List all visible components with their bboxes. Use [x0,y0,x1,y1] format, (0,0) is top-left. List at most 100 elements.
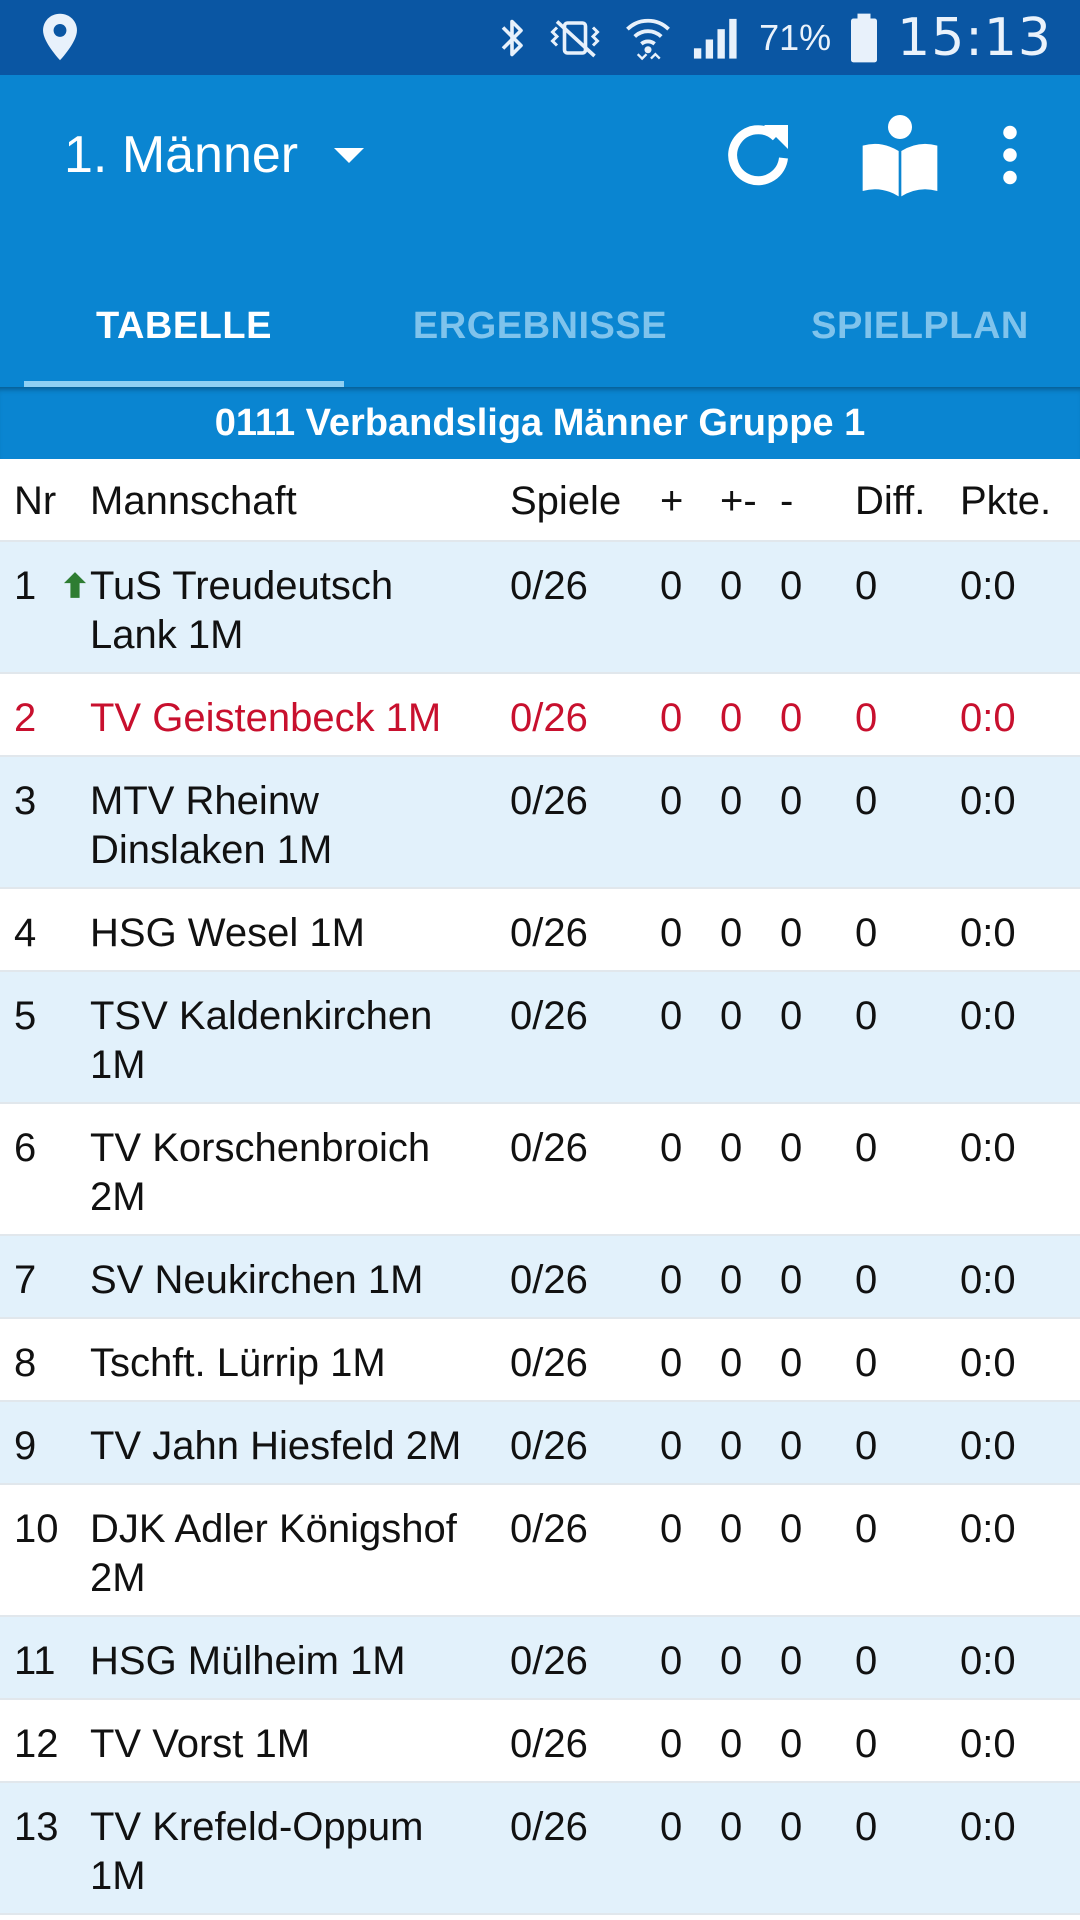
row-rank: 6 [14,1126,37,1170]
row-rank: 2 [14,696,37,740]
row-points: 0:0 [960,696,1016,740]
row-lost: 0 [780,1507,803,1551]
row-draw: 0 [720,1341,743,1385]
row-games: 0/26 [510,779,588,823]
status-bar: 71% 15:13 [0,0,1080,75]
table-row[interactable]: 12 TV Vorst 1M 0/26 0 0 0 0 0:0 [0,1700,1080,1783]
row-points: 0:0 [960,1805,1016,1849]
table-row[interactable]: 9 TV Jahn Hiesfeld 2M 0/26 0 0 0 0 0:0 [0,1402,1080,1485]
row-won: 0 [660,1258,683,1302]
table-row[interactable]: 1 TuS Treudeutsch Lank 1M 0/26 0 0 0 0 0… [0,542,1080,674]
refresh-button[interactable] [718,115,798,195]
row-games: 0/26 [510,1722,588,1766]
row-draw: 0 [720,696,743,740]
row-diff: 0 [855,779,878,823]
row-draw: 0 [720,1424,743,1468]
row-diff: 0 [855,1258,878,1302]
row-games: 0/26 [510,696,588,740]
row-diff: 0 [855,1805,878,1849]
app-title: 1. Männer [64,126,299,184]
bluetooth-icon [501,19,523,56]
tab-tabelle[interactable]: TABELLE [24,265,344,387]
table-row[interactable]: 10 DJK Adler Königshof 2M 0/26 0 0 0 0 0… [0,1485,1080,1617]
row-points: 0:0 [960,1507,1016,1551]
table-row[interactable]: 5 TSV Kaldenkirchen 1M 0/26 0 0 0 0 0:0 [0,972,1080,1104]
column-header-draw: +- [720,479,757,523]
row-points: 0:0 [960,564,1016,608]
row-team: TV Krefeld-Oppum 1M [90,1805,424,1898]
row-lost: 0 [780,696,803,740]
overflow-menu-button[interactable] [990,120,1030,190]
row-team: HSG Wesel 1M [90,911,365,955]
row-rank: 8 [14,1341,37,1385]
row-points: 0:0 [960,1126,1016,1170]
row-games: 0/26 [510,1258,588,1302]
column-header-diff: Diff. [855,479,926,523]
column-header-team: Mannschaft [90,479,297,523]
column-header-lost: - [780,479,794,523]
row-won: 0 [660,1639,683,1683]
tab-spielplan[interactable]: SPIELPLAN [760,265,1080,387]
table-row-highlighted[interactable]: 2 TV Geistenbeck 1M 0/26 0 0 0 0 0:0 [0,674,1080,757]
row-games: 0/26 [510,1424,588,1468]
dropdown-arrow-icon [334,147,365,163]
row-team: TV Geistenbeck 1M [90,696,442,740]
row-rank: 7 [14,1258,37,1302]
row-lost: 0 [780,564,803,608]
row-rank: 3 [14,779,37,823]
row-team: HSG Mülheim 1M [90,1639,406,1683]
table-row[interactable]: 7 SV Neukirchen 1M 0/26 0 0 0 0 0:0 [0,1236,1080,1319]
reader-book-icon [862,115,938,197]
row-lost: 0 [780,1126,803,1170]
row-won: 0 [660,1424,683,1468]
row-diff: 0 [855,911,878,955]
row-diff: 0 [855,1507,878,1551]
row-diff: 0 [855,564,878,608]
rules-button[interactable] [855,105,945,205]
table-row[interactable]: 13 TV Krefeld-Oppum 1M 0/26 0 0 0 0 0:0 [0,1783,1080,1915]
wifi-icon [626,18,671,60]
clock: 15:13 [897,7,1052,68]
standings-table: Nr Mannschaft Spiele + +- - Diff. Pkte. … [0,459,1080,1915]
row-won: 0 [660,1805,683,1849]
table-row[interactable]: 11 HSG Mülheim 1M 0/26 0 0 0 0 0:0 [0,1617,1080,1700]
battery-icon [851,13,878,62]
refresh-icon [728,125,788,186]
row-team: TV Korschenbroich 2M [90,1126,431,1219]
row-won: 0 [660,696,683,740]
row-lost: 0 [780,1722,803,1766]
row-team: TV Vorst 1M [90,1722,311,1766]
column-header-nr: Nr [14,479,57,523]
table-row[interactable]: 3 MTV Rheinw Dinslaken 1M 0/26 0 0 0 0 0… [0,757,1080,889]
row-games: 0/26 [510,1126,588,1170]
row-won: 0 [660,1507,683,1551]
row-won: 0 [660,564,683,608]
table-row[interactable]: 4 HSG Wesel 1M 0/26 0 0 0 0 0:0 [0,889,1080,972]
row-games: 0/26 [510,911,588,955]
row-draw: 0 [720,911,743,955]
row-draw: 0 [720,1258,743,1302]
table-row[interactable]: 6 TV Korschenbroich 2M 0/26 0 0 0 0 0:0 [0,1104,1080,1236]
row-lost: 0 [780,911,803,955]
row-rank: 5 [14,994,37,1038]
row-rank: 11 [14,1639,56,1683]
row-diff: 0 [855,696,878,740]
app-bar: 1. Männer TABELLE ERGEBNISSE SPIELPLAN [0,75,1080,387]
team-selector[interactable]: 1. Männer [64,125,365,185]
row-points: 0:0 [960,1341,1016,1385]
row-lost: 0 [780,1341,803,1385]
row-team: SV Neukirchen 1M [90,1258,424,1302]
row-points: 0:0 [960,994,1016,1038]
row-lost: 0 [780,1639,803,1683]
row-games: 0/26 [510,1507,588,1551]
row-points: 0:0 [960,1424,1016,1468]
league-title: 0111 Verbandsliga Männer Gruppe 1 [0,387,1080,459]
row-diff: 0 [855,1424,878,1468]
tab-ergebnisse[interactable]: ERGEBNISSE [380,265,700,387]
row-draw: 0 [720,1722,743,1766]
vibrate-mute-icon [550,19,600,57]
table-row[interactable]: 8 Tschft. Lürrip 1M 0/26 0 0 0 0 0:0 [0,1319,1080,1402]
row-won: 0 [660,911,683,955]
row-diff: 0 [855,1126,878,1170]
row-lost: 0 [780,779,803,823]
